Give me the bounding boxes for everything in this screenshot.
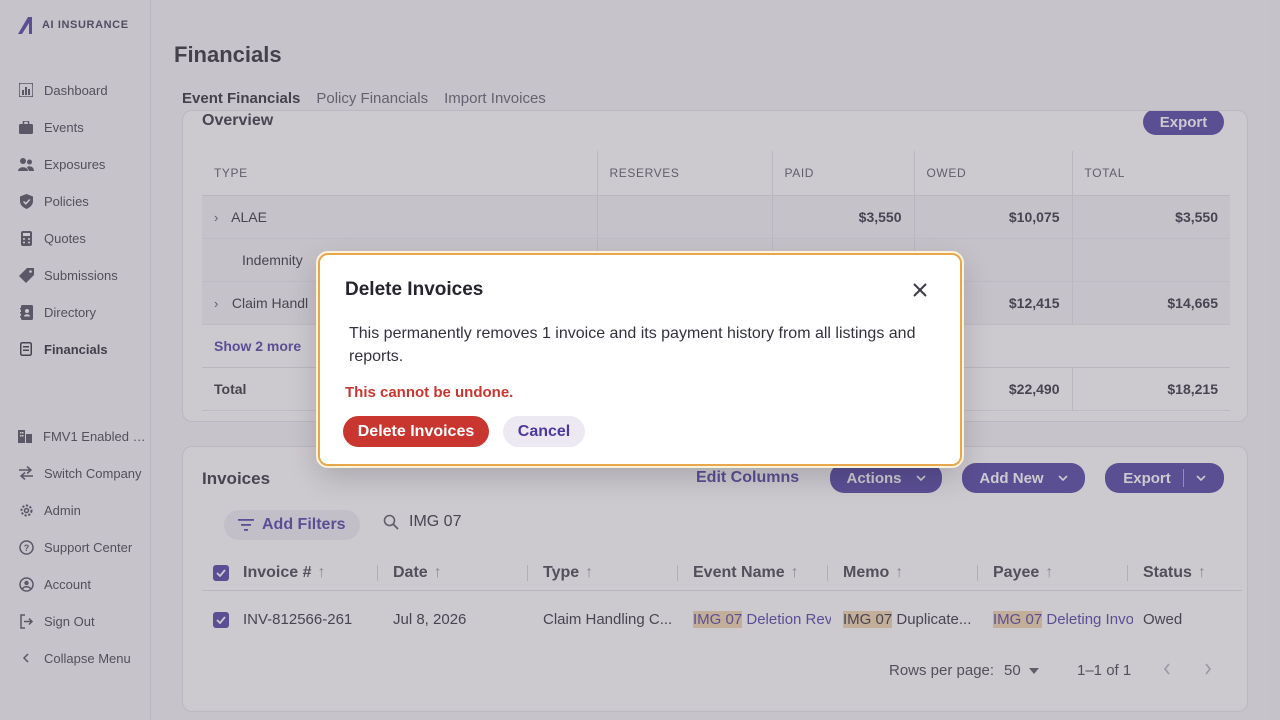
- close-icon[interactable]: [909, 279, 931, 301]
- delete-invoices-dialog: Delete Invoices This permanently removes…: [318, 253, 962, 466]
- dialog-title: Delete Invoices: [345, 279, 484, 300]
- dialog-warning: This cannot be undone.: [345, 384, 514, 401]
- confirm-delete-button[interactable]: Delete Invoices: [343, 416, 489, 447]
- dialog-body: This permanently removes 1 invoice and i…: [349, 325, 916, 365]
- cancel-button[interactable]: Cancel: [503, 416, 585, 447]
